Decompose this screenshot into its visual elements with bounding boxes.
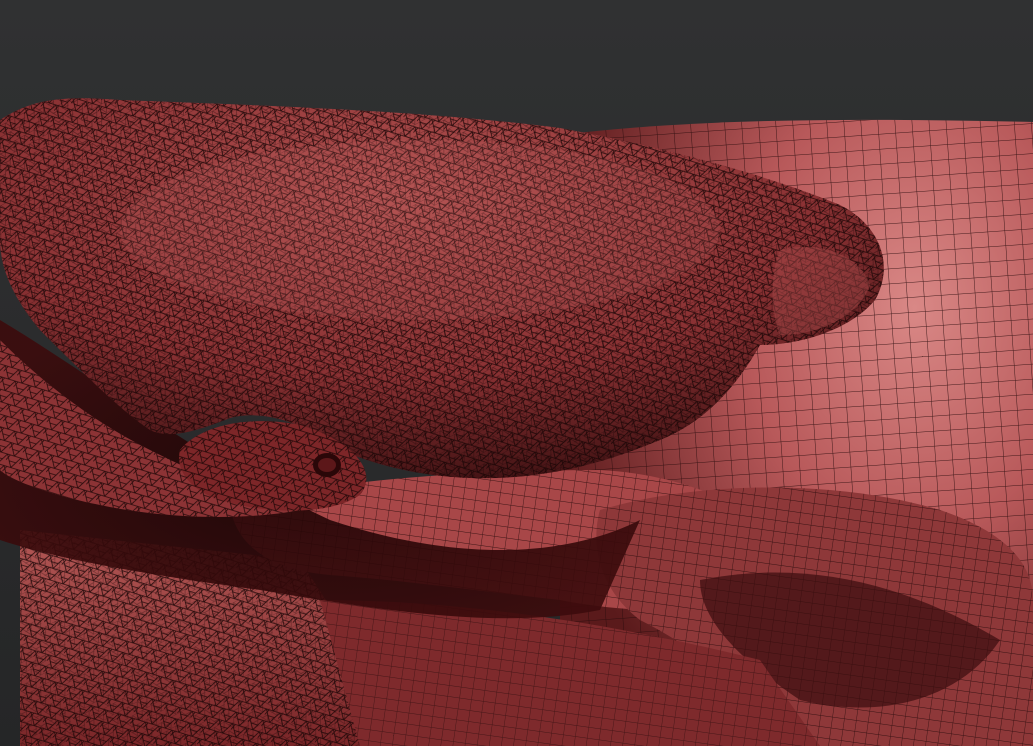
mesh-render (0, 0, 1033, 746)
3d-viewport[interactable] (0, 0, 1033, 746)
